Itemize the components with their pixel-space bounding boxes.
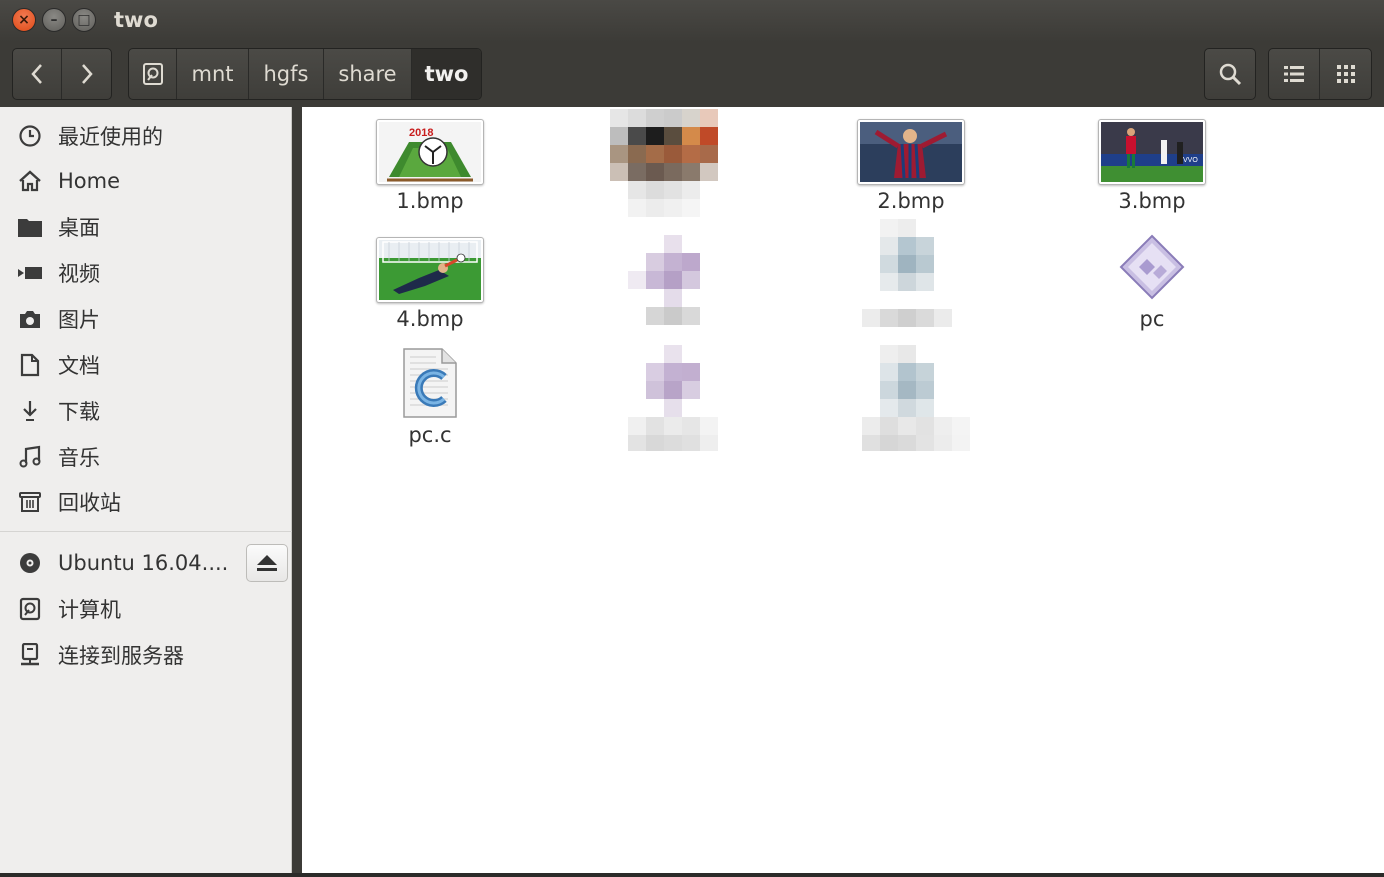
sidebar-item-label: Ubuntu 16.04.... bbox=[58, 551, 229, 575]
file-item[interactable]: pc bbox=[1072, 233, 1232, 331]
breadcrumb: mnt hgfs share two bbox=[128, 48, 482, 100]
title-bar: × – □ two bbox=[0, 0, 1384, 42]
trash-icon bbox=[16, 488, 44, 516]
music-icon bbox=[16, 443, 44, 471]
sidebar-separator bbox=[0, 531, 292, 532]
svg-text:VVO: VVO bbox=[1183, 157, 1198, 164]
root-location-button[interactable] bbox=[129, 49, 177, 99]
file-item[interactable]: VVO 3.bmp bbox=[1072, 119, 1232, 213]
grid-view-icon bbox=[1336, 65, 1355, 83]
file-name: 1.bmp bbox=[396, 189, 464, 213]
search-icon bbox=[1219, 63, 1242, 86]
sidebar-item-computer[interactable]: 计算机 bbox=[0, 589, 292, 629]
file-thumbnail bbox=[376, 237, 484, 303]
chevron-right-icon bbox=[81, 64, 93, 84]
blurred-file bbox=[862, 345, 970, 453]
drive-icon bbox=[142, 63, 163, 85]
sidebar-item-trash[interactable]: 回收站 bbox=[0, 482, 292, 522]
file-name: pc.c bbox=[408, 423, 452, 447]
file-item[interactable]: 4.bmp bbox=[350, 237, 510, 331]
breadcrumb-share[interactable]: share bbox=[324, 49, 412, 99]
sidebar-item-documents[interactable]: 文档 bbox=[0, 345, 292, 385]
eject-button[interactable] bbox=[246, 544, 288, 582]
close-button[interactable]: × bbox=[12, 8, 36, 32]
file-item[interactable]: 2.bmp bbox=[831, 119, 991, 213]
breadcrumb-two[interactable]: two bbox=[412, 49, 481, 99]
navigation-group bbox=[12, 48, 112, 100]
sidebar-item-connect-server[interactable]: 连接到服务器 bbox=[0, 635, 292, 675]
sidebar-item-ubuntu-disc[interactable]: Ubuntu 16.04.... bbox=[0, 543, 240, 583]
sidebar-item-pictures[interactable]: 图片 bbox=[0, 299, 292, 339]
grid-view-button[interactable] bbox=[1320, 49, 1371, 99]
breadcrumb-hgfs[interactable]: hgfs bbox=[249, 49, 324, 99]
sidebar-item-label: 回收站 bbox=[58, 491, 121, 515]
sidebar-item-downloads[interactable]: 下载 bbox=[0, 391, 292, 431]
back-button[interactable] bbox=[13, 49, 63, 99]
sidebar-item-label: 下载 bbox=[58, 400, 100, 424]
blurred-file bbox=[610, 109, 738, 221]
sidebar-item-label: Home bbox=[58, 169, 121, 193]
toolbar: mnt hgfs share two bbox=[0, 42, 1384, 107]
window-title: two bbox=[114, 8, 158, 32]
c-source-file-icon bbox=[403, 348, 457, 418]
blurred-file bbox=[628, 235, 718, 327]
file-view: 2018 1.bmp 2.bmp VVO 3.bmp 4.bmp pc pc.c bbox=[302, 107, 1384, 873]
sidebar-item-label: 最近使用的 bbox=[58, 125, 163, 149]
file-item[interactable]: 2018 1.bmp bbox=[350, 119, 510, 213]
server-icon bbox=[16, 641, 44, 669]
home-icon bbox=[16, 167, 44, 195]
eject-icon bbox=[257, 555, 277, 571]
file-name: pc bbox=[1139, 307, 1165, 331]
download-icon bbox=[16, 397, 44, 425]
sidebar-item-videos[interactable]: 视频 bbox=[0, 253, 292, 293]
sidebar-item-label: 图片 bbox=[58, 308, 100, 332]
sidebar-item-label: 连接到服务器 bbox=[58, 644, 184, 668]
search-button[interactable] bbox=[1205, 49, 1255, 99]
folder-icon bbox=[16, 213, 44, 241]
clock-icon bbox=[16, 122, 44, 150]
sidebar-item-desktop[interactable]: 桌面 bbox=[0, 207, 292, 247]
sidebar-item-music[interactable]: 音乐 bbox=[0, 437, 292, 477]
executable-icon bbox=[1119, 234, 1185, 300]
sidebar-item-recent[interactable]: 最近使用的 bbox=[0, 116, 292, 156]
camera-icon bbox=[16, 305, 44, 333]
forward-button[interactable] bbox=[62, 49, 111, 99]
sidebar-item-label: 音乐 bbox=[58, 446, 100, 470]
blurred-file bbox=[862, 219, 954, 329]
list-view-icon bbox=[1284, 66, 1304, 82]
svg-text:2018: 2018 bbox=[409, 127, 433, 139]
window-bottom-edge bbox=[0, 873, 1384, 877]
file-thumbnail: VVO bbox=[1098, 119, 1206, 185]
disc-icon bbox=[16, 549, 44, 577]
file-name: 3.bmp bbox=[1118, 189, 1186, 213]
computer-icon bbox=[16, 595, 44, 623]
document-icon bbox=[16, 351, 44, 379]
minimize-button[interactable]: – bbox=[42, 8, 66, 32]
sidebar-item-label: 桌面 bbox=[58, 216, 100, 240]
sidebar-item-home[interactable]: Home bbox=[0, 161, 292, 201]
file-name: 4.bmp bbox=[396, 307, 464, 331]
sidebar-item-label: 视频 bbox=[58, 262, 100, 286]
file-thumbnail: 2018 bbox=[376, 119, 484, 185]
file-thumbnail bbox=[857, 119, 965, 185]
sidebar-item-label: 计算机 bbox=[58, 598, 121, 622]
maximize-button[interactable]: □ bbox=[72, 8, 96, 32]
sidebar: 最近使用的 Home 桌面 视频 图片 文档 下载 音乐 回收站 Ubuntu … bbox=[0, 107, 292, 877]
list-view-button[interactable] bbox=[1269, 49, 1321, 99]
sidebar-item-label: 文档 bbox=[58, 354, 100, 378]
file-item[interactable]: pc.c bbox=[350, 347, 510, 447]
video-icon bbox=[16, 259, 44, 287]
search-group bbox=[1204, 48, 1256, 100]
file-name: 2.bmp bbox=[877, 189, 945, 213]
view-switcher bbox=[1268, 48, 1372, 100]
chevron-left-icon bbox=[31, 64, 42, 84]
blurred-file bbox=[628, 345, 720, 453]
breadcrumb-mnt[interactable]: mnt bbox=[177, 49, 249, 99]
